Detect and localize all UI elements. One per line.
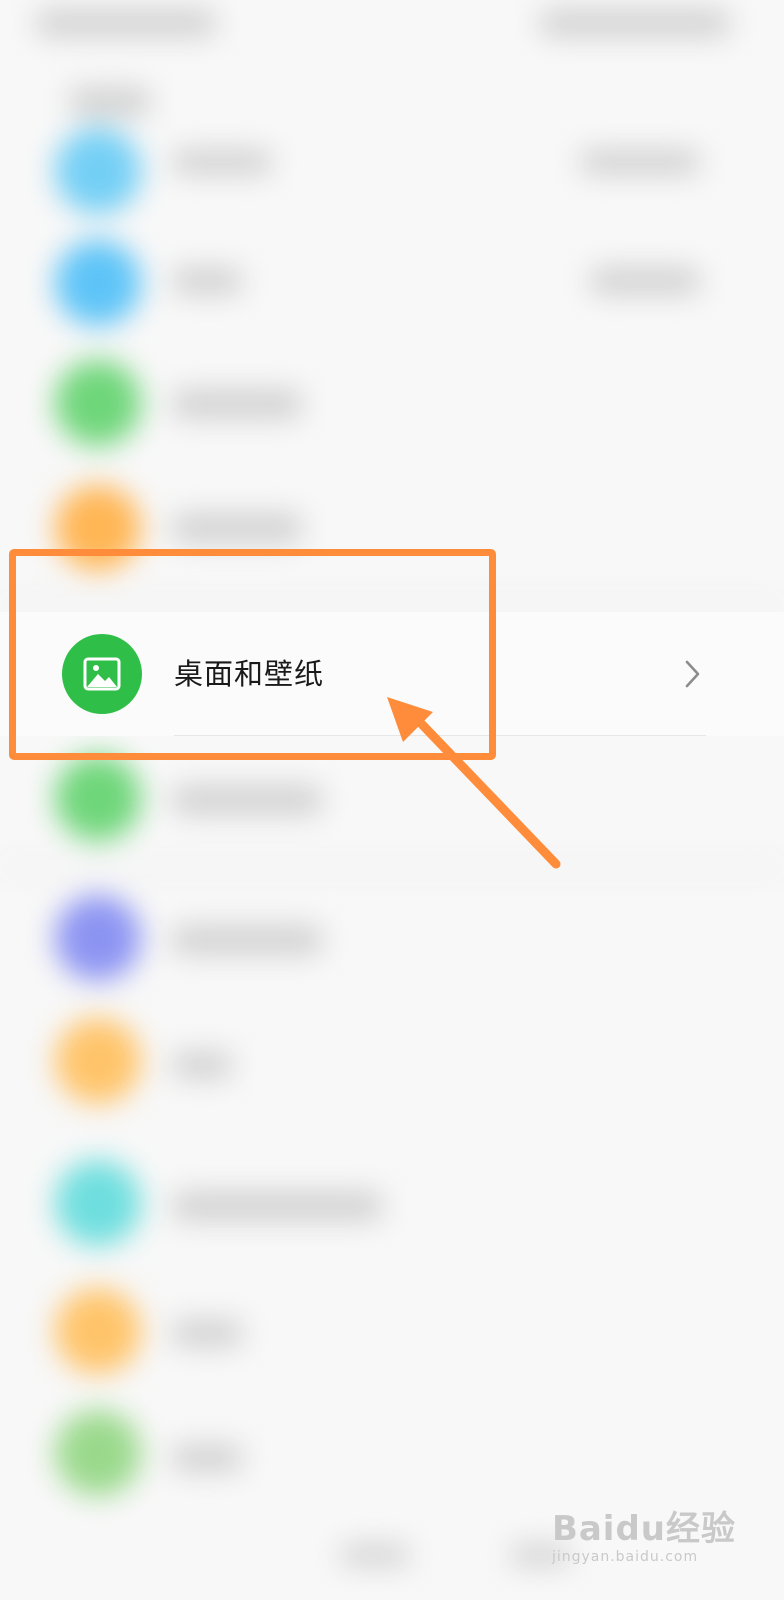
settings-screen: 桌面和壁纸 Baidu经验 jingyan.baidu.com [0, 0, 784, 1600]
picture-icon-glyph [83, 657, 121, 691]
picture-icon [62, 634, 142, 714]
row-divider [174, 735, 706, 736]
desktop-wallpaper-label: 桌面和壁纸 [174, 657, 325, 691]
desktop-wallpaper-item[interactable]: 桌面和壁纸 [0, 612, 784, 736]
pointer-arrow [387, 697, 561, 869]
watermark: Baidu经验 jingyan.baidu.com [552, 1512, 736, 1564]
watermark-url: jingyan.baidu.com [551, 1549, 699, 1565]
blurred-settings-list [0, 0, 784, 1600]
chevron-right-icon [685, 660, 700, 688]
watermark-brand: Baidu经验 [551, 1509, 736, 1549]
